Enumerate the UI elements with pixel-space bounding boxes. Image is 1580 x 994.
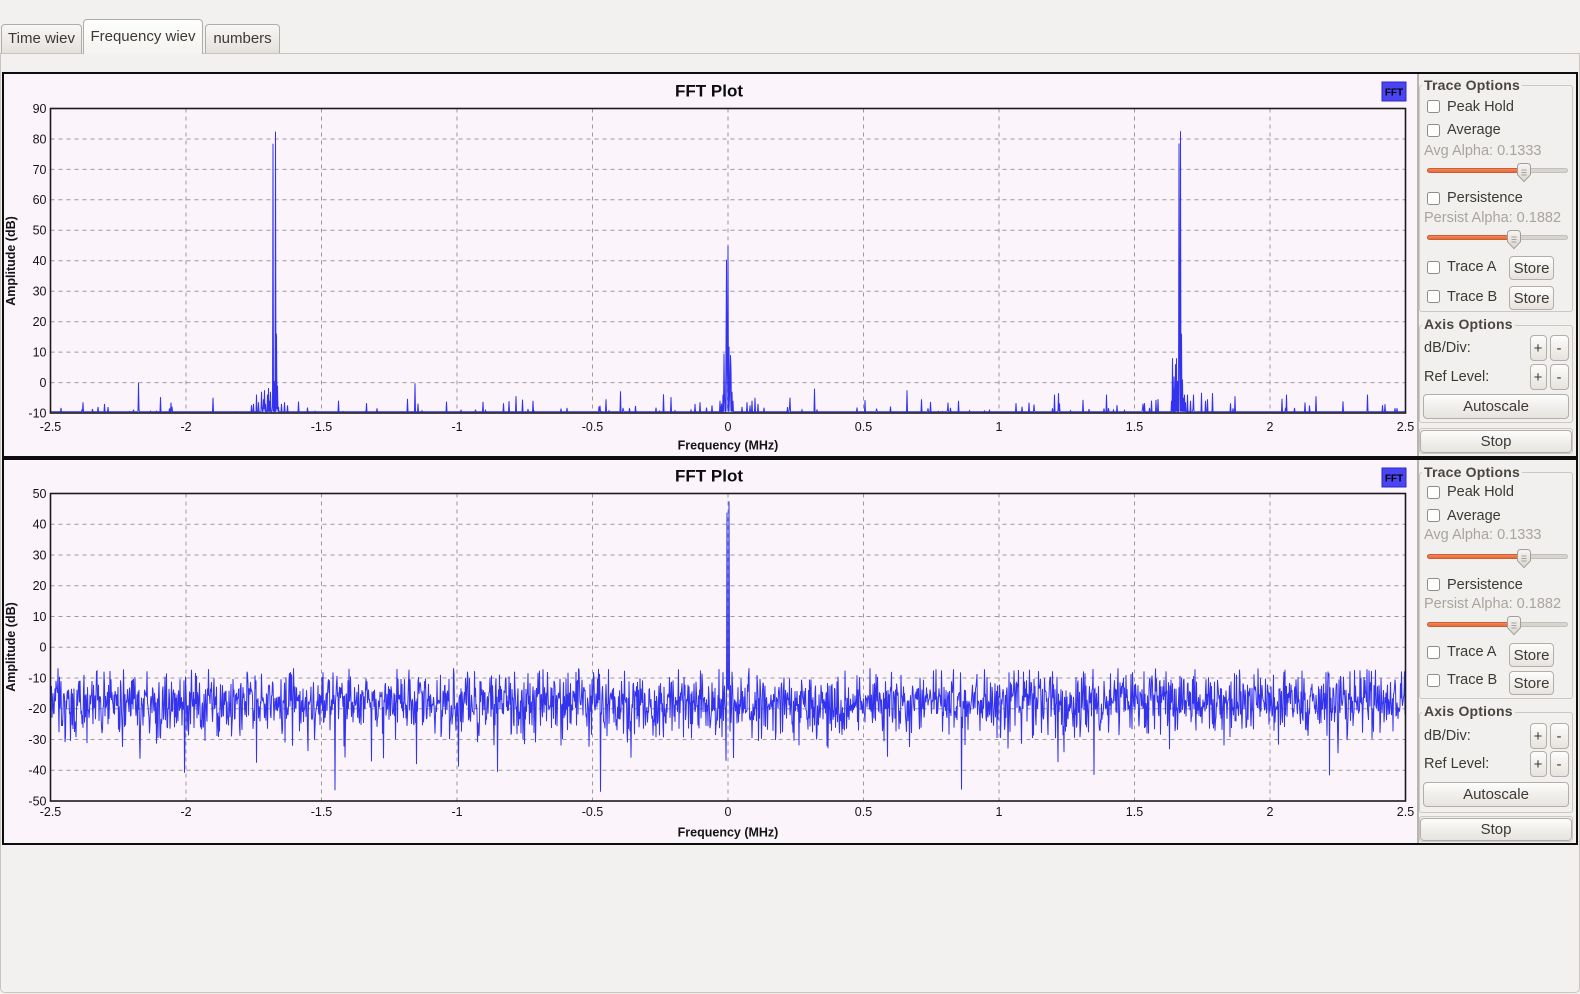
svg-text:0.5: 0.5: [855, 805, 872, 819]
svg-text:0: 0: [40, 376, 47, 390]
svg-text:1.5: 1.5: [1126, 420, 1143, 434]
svg-text:10: 10: [33, 610, 47, 624]
svg-text:-0.5: -0.5: [582, 420, 604, 434]
svg-text:1.5: 1.5: [1126, 805, 1143, 819]
svg-text:-10: -10: [28, 406, 46, 420]
svg-text:-0.5: -0.5: [582, 805, 604, 819]
svg-text:30: 30: [33, 285, 47, 299]
svg-text:-2.5: -2.5: [40, 805, 62, 819]
svg-text:-1: -1: [451, 420, 462, 434]
svg-text:-30: -30: [28, 733, 46, 747]
svg-text:Amplitude (dB): Amplitude (dB): [4, 216, 18, 306]
svg-text:1: 1: [996, 420, 1003, 434]
svg-text:-1: -1: [451, 805, 462, 819]
svg-text:10: 10: [33, 346, 47, 360]
svg-text:FFT: FFT: [1385, 88, 1403, 99]
svg-text:60: 60: [33, 193, 47, 207]
svg-text:Frequency (MHz): Frequency (MHz): [678, 826, 779, 840]
svg-text:30: 30: [33, 548, 47, 562]
svg-text:0: 0: [725, 420, 732, 434]
svg-text:-1.5: -1.5: [311, 420, 333, 434]
svg-text:20: 20: [33, 579, 47, 593]
svg-text:-40: -40: [28, 764, 46, 778]
svg-text:80: 80: [33, 132, 47, 146]
svg-text:FFT Plot: FFT Plot: [675, 467, 743, 486]
svg-text:2: 2: [1267, 420, 1274, 434]
svg-text:50: 50: [33, 487, 47, 501]
svg-text:20: 20: [33, 315, 47, 329]
svg-text:Amplitude (dB): Amplitude (dB): [4, 602, 18, 692]
svg-text:0.5: 0.5: [855, 420, 872, 434]
svg-text:2: 2: [1267, 805, 1274, 819]
svg-text:-2: -2: [180, 420, 191, 434]
svg-text:70: 70: [33, 163, 47, 177]
svg-text:-1.5: -1.5: [311, 805, 333, 819]
svg-text:1: 1: [996, 805, 1003, 819]
svg-text:-10: -10: [28, 671, 46, 685]
svg-text:-20: -20: [28, 702, 46, 716]
svg-text:0: 0: [725, 805, 732, 819]
svg-text:-2: -2: [180, 805, 191, 819]
svg-text:FFT Plot: FFT Plot: [675, 82, 743, 101]
svg-text:40: 40: [33, 254, 47, 268]
svg-text:90: 90: [33, 102, 47, 116]
svg-text:-2.5: -2.5: [40, 420, 62, 434]
svg-text:2.5: 2.5: [1397, 420, 1414, 434]
svg-text:FFT: FFT: [1385, 474, 1403, 485]
svg-text:40: 40: [33, 518, 47, 532]
svg-text:Frequency (MHz): Frequency (MHz): [678, 439, 779, 453]
svg-text:50: 50: [33, 224, 47, 238]
svg-text:2.5: 2.5: [1397, 805, 1414, 819]
svg-text:0: 0: [40, 641, 47, 655]
